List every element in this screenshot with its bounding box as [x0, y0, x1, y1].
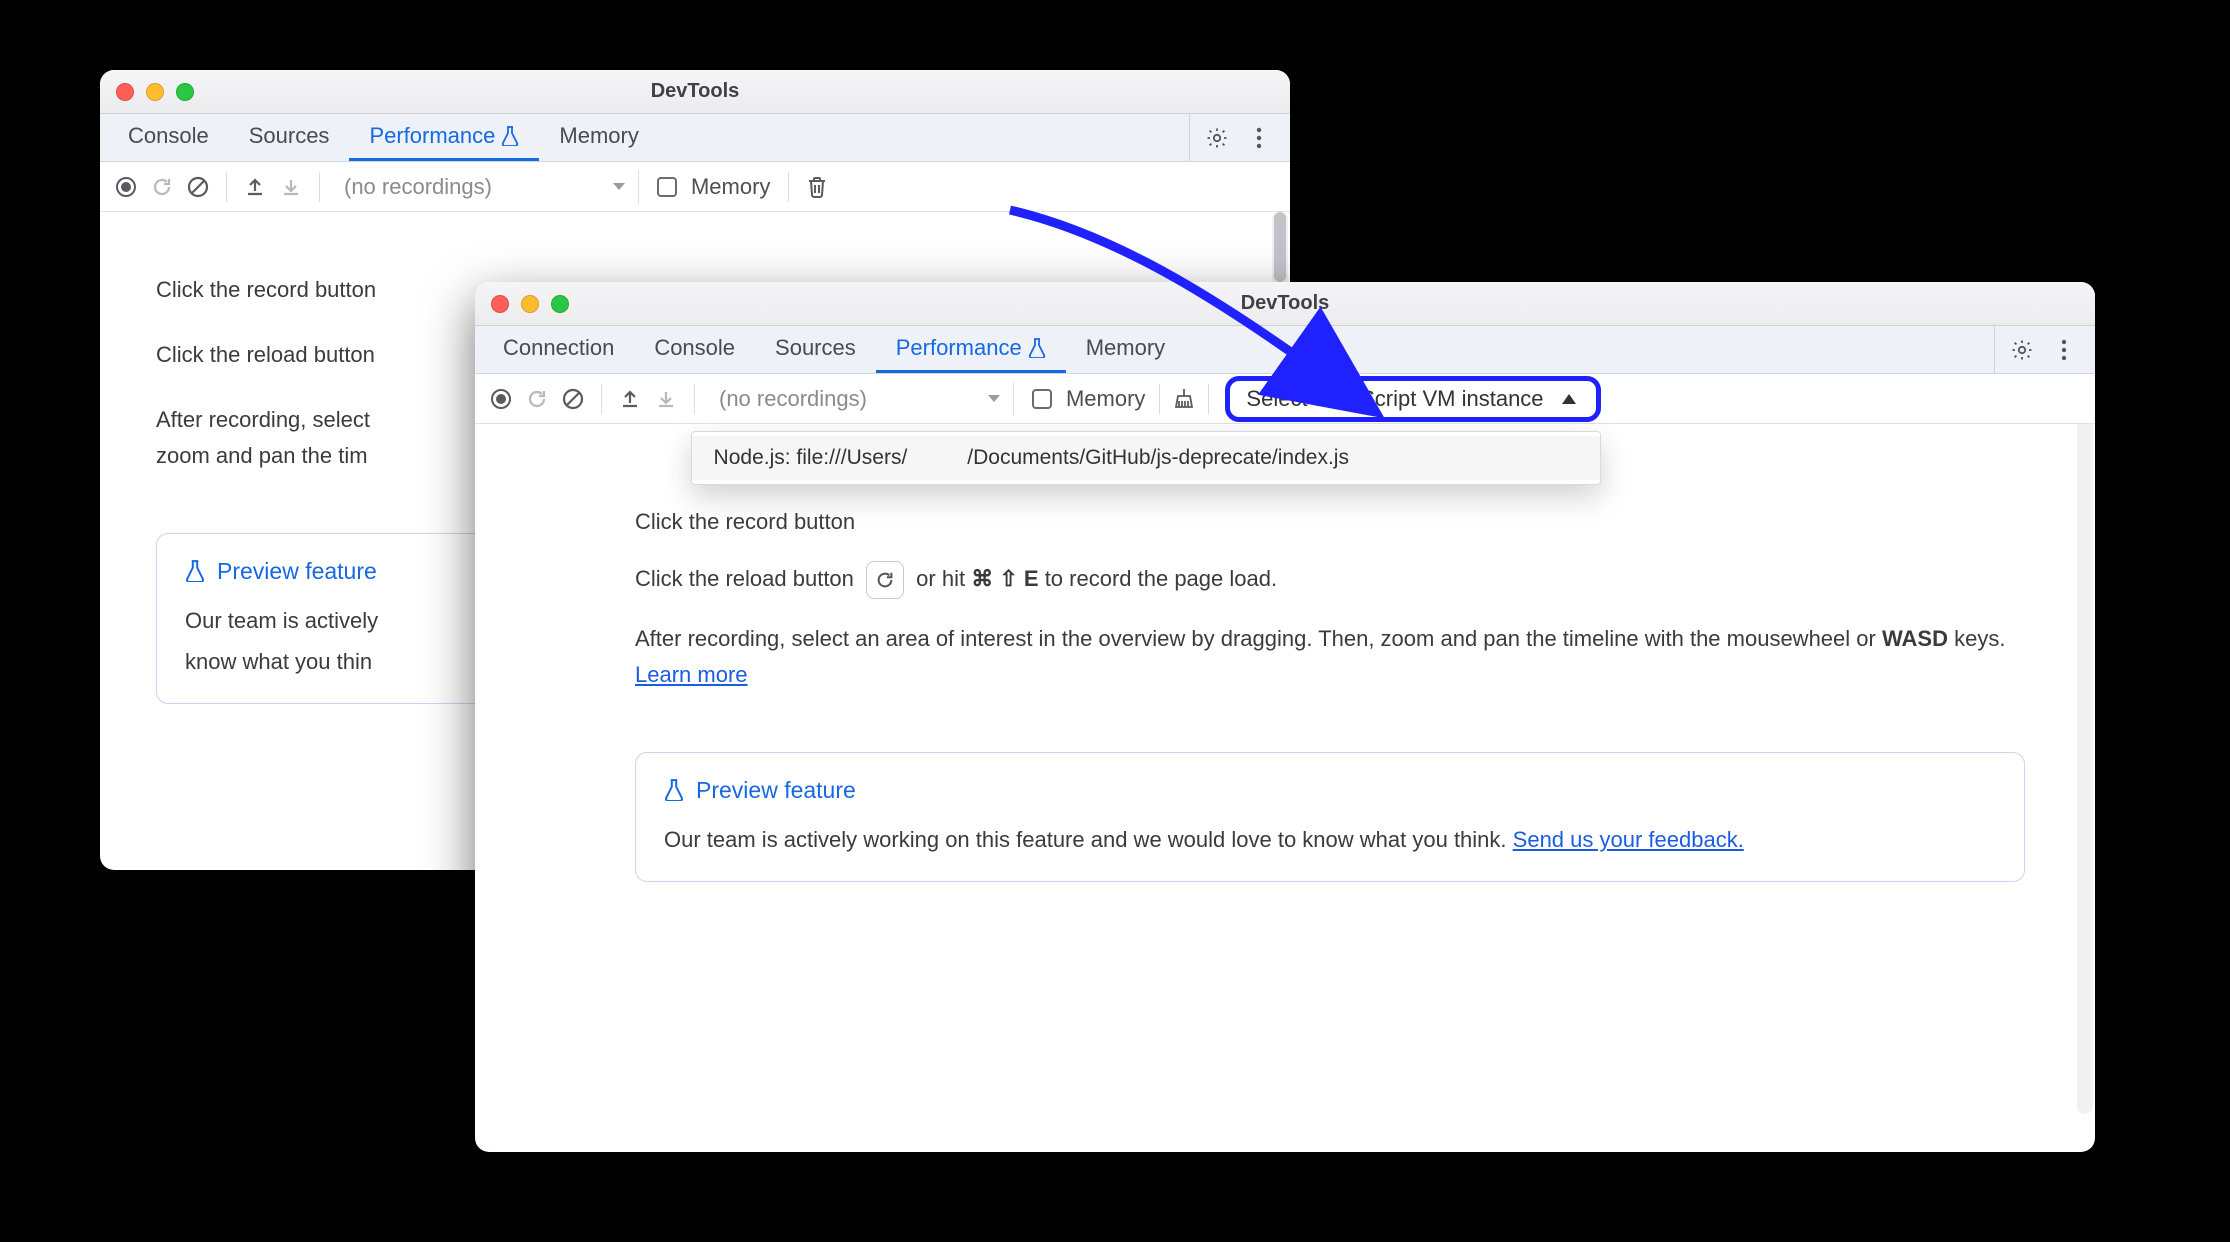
flask-icon	[185, 560, 205, 582]
download-icon	[655, 388, 677, 410]
performance-toolbar: (no recordings) Memory	[100, 162, 1290, 212]
recordings-dropdown[interactable]: (no recordings)	[332, 170, 639, 204]
tab-sources[interactable]: Sources	[229, 114, 350, 161]
broom-button[interactable]	[1168, 383, 1200, 415]
reload-icon	[151, 176, 173, 198]
upload-button[interactable]	[614, 383, 646, 415]
window-title: DevTools	[100, 80, 1290, 103]
content-area: Click the record button Click the reload…	[475, 424, 2095, 1152]
tab-sources[interactable]: Sources	[755, 326, 876, 373]
instruction-record: Click the record button	[635, 504, 2025, 539]
instruction-after-text: After recording, select an area of inter…	[635, 626, 1882, 651]
preview-title: Preview feature	[664, 777, 1996, 804]
recordings-placeholder: (no recordings)	[344, 174, 492, 200]
kebab-icon	[2061, 339, 2067, 361]
clear-icon	[187, 176, 209, 198]
download-button[interactable]	[650, 383, 682, 415]
titlebar: DevTools	[475, 282, 2095, 326]
reload-button[interactable]	[146, 171, 178, 203]
reload-icon	[875, 570, 895, 590]
kbd-shift: ⇧	[999, 566, 1017, 591]
tab-memory[interactable]: Memory	[1066, 326, 1185, 373]
tab-performance-label: Performance	[369, 123, 495, 149]
broom-icon	[1172, 387, 1196, 411]
reload-button[interactable]	[521, 383, 553, 415]
tab-bar: Console Sources Performance Memory	[100, 114, 1290, 162]
delete-button[interactable]	[801, 171, 833, 203]
tab-performance-label: Performance	[896, 335, 1022, 361]
more-button[interactable]	[2047, 333, 2081, 367]
memory-label: Memory	[691, 174, 770, 200]
preview-body: Our team is actively working on this fea…	[664, 822, 1996, 857]
trash-icon	[807, 176, 827, 198]
more-button[interactable]	[1242, 121, 1276, 155]
tab-performance[interactable]: Performance	[349, 114, 539, 161]
kebab-icon	[1256, 127, 1262, 149]
preview-title-text: Preview feature	[696, 777, 856, 804]
instruction-after-tail: keys.	[1954, 626, 2005, 651]
wasd-text: WASD	[1882, 626, 1948, 651]
download-button[interactable]	[275, 171, 307, 203]
flask-icon	[664, 779, 684, 801]
upload-icon	[619, 388, 641, 410]
record-button[interactable]	[110, 171, 142, 203]
settings-button[interactable]	[1200, 121, 1234, 155]
memory-checkbox[interactable]	[1032, 389, 1052, 409]
instruction-after-recording: After recording, select an area of inter…	[635, 621, 2025, 691]
record-icon	[490, 388, 512, 410]
titlebar: DevTools	[100, 70, 1290, 114]
instruction-reload-mid: or hit	[916, 566, 971, 591]
vm-selector-label: Select JavaScript VM instance	[1246, 386, 1543, 412]
instruction-reload-prefix: Click the reload button	[635, 566, 860, 591]
record-icon	[115, 176, 137, 198]
record-button[interactable]	[485, 383, 517, 415]
tab-connection[interactable]: Connection	[483, 326, 634, 373]
chevron-down-icon	[987, 394, 1001, 404]
tab-console[interactable]: Console	[634, 326, 755, 373]
devtools-window-front: DevTools Connection Console Sources Perf…	[475, 282, 2095, 1152]
settings-button[interactable]	[2005, 333, 2039, 367]
vm-instance-selector[interactable]: Select JavaScript VM instance	[1225, 376, 1600, 422]
send-feedback-link[interactable]: Send us your feedback.	[1513, 827, 1744, 852]
memory-checkbox[interactable]	[657, 177, 677, 197]
tab-console[interactable]: Console	[108, 114, 229, 161]
tab-memory[interactable]: Memory	[539, 114, 658, 161]
gear-icon	[2010, 338, 2034, 362]
inline-reload-button	[866, 561, 904, 599]
kbd-e: E	[1024, 566, 1039, 591]
recordings-dropdown[interactable]: (no recordings)	[707, 382, 1014, 416]
preview-body-text: Our team is actively working on this fea…	[664, 827, 1513, 852]
instruction-record-text: Click the record button	[635, 509, 855, 534]
preview-title-text: Preview feature	[217, 558, 377, 585]
window-title: DevTools	[475, 292, 2095, 315]
tab-performance[interactable]: Performance	[876, 326, 1066, 373]
learn-more-link[interactable]: Learn more	[635, 662, 748, 687]
preview-feature-card: Preview feature Our team is actively wor…	[635, 752, 2025, 882]
tab-bar: Connection Console Sources Performance M…	[475, 326, 2095, 374]
performance-toolbar: (no recordings) Memory Select JavaScript…	[475, 374, 2095, 424]
kbd-cmd: ⌘	[971, 566, 993, 591]
triangle-up-icon	[1562, 394, 1576, 404]
clear-icon	[562, 388, 584, 410]
memory-label: Memory	[1066, 386, 1145, 412]
recordings-placeholder: (no recordings)	[719, 386, 867, 412]
clear-button[interactable]	[557, 383, 589, 415]
gear-icon	[1205, 126, 1229, 150]
flask-icon	[1028, 338, 1046, 358]
instruction-reload-suffix: to record the page load.	[1045, 566, 1277, 591]
clear-button[interactable]	[182, 171, 214, 203]
flask-icon	[501, 126, 519, 146]
scrollbar[interactable]	[2077, 424, 2093, 1114]
reload-icon	[526, 388, 548, 410]
chevron-down-icon	[612, 182, 626, 192]
instruction-reload: Click the reload button or hit ⌘ ⇧ E to …	[635, 561, 2025, 599]
upload-icon	[244, 176, 266, 198]
upload-button[interactable]	[239, 171, 271, 203]
scrollbar-thumb[interactable]	[1274, 212, 1286, 282]
download-icon	[280, 176, 302, 198]
